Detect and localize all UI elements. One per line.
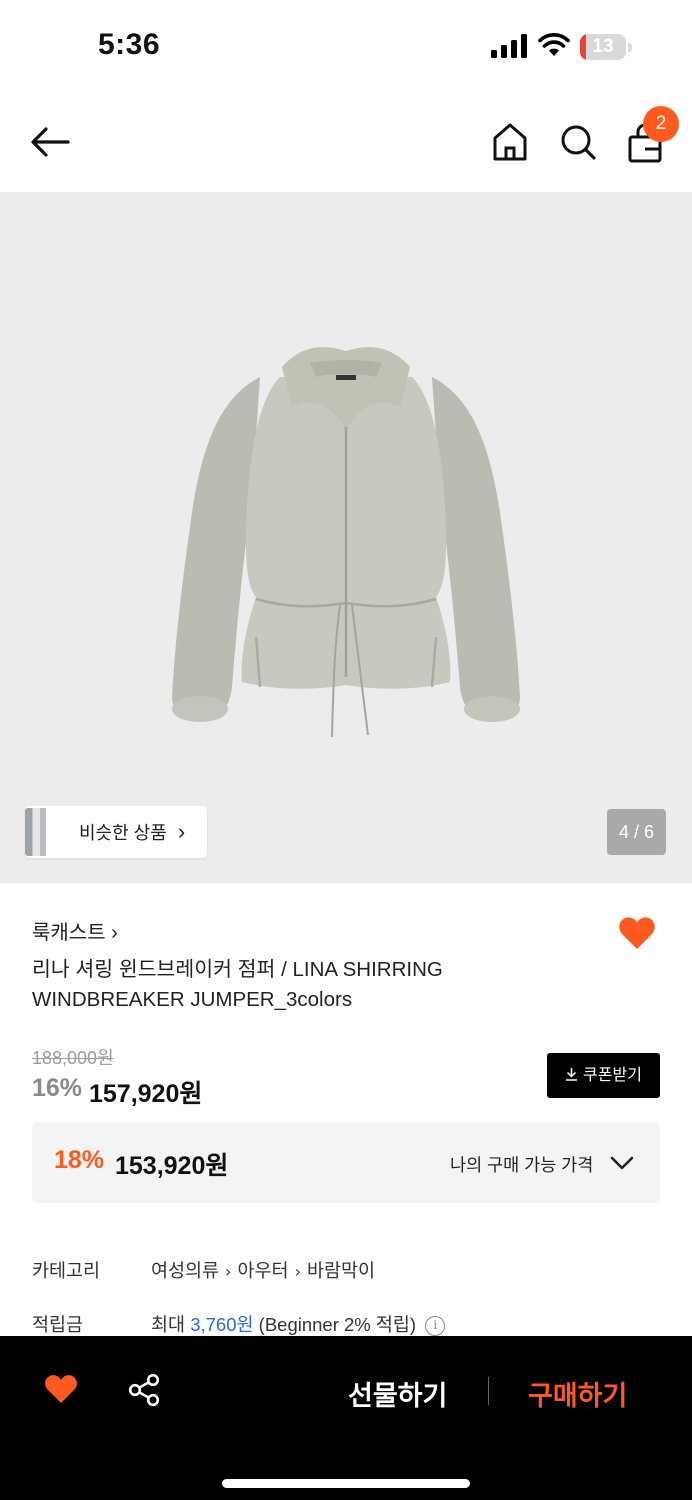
image-counter: 4 / 6 (607, 809, 666, 855)
search-icon[interactable] (558, 121, 598, 163)
battery-level: 13 (592, 36, 614, 57)
heart-icon[interactable] (44, 1374, 78, 1404)
product-image-carousel[interactable]: 비슷한 상품 › 4 / 6 (0, 192, 692, 883)
download-icon (566, 1068, 578, 1081)
sale-price: 157,920원 (89, 1080, 203, 1108)
heart-icon[interactable] (618, 916, 656, 950)
my-available-price-toggle[interactable]: 18% 153,920원 나의 구매 가능 가격 (32, 1122, 660, 1203)
similar-products-label: 비슷한 상품 (79, 823, 167, 843)
product-image (172, 347, 520, 738)
similar-products-button[interactable]: 비슷한 상품 › (25, 806, 207, 858)
bottom-action-bar: 선물하기 구매하기 (0, 1336, 692, 1500)
my-price-label: 나의 구매 가능 가격 (450, 1155, 594, 1175)
chevron-down-icon (610, 1156, 634, 1170)
points-prefix: 최대 (151, 1314, 186, 1335)
nav-bar: 2 (0, 96, 692, 190)
category-level-1[interactable]: 여성의류 (151, 1260, 219, 1281)
similar-products-thumbnail (25, 808, 59, 856)
get-coupon-button[interactable]: 쿠폰받기 (547, 1053, 660, 1098)
status-bar: 5:36 13 (0, 0, 692, 92)
home-indicator (222, 1479, 470, 1488)
battery-indicator: 13 (580, 34, 632, 60)
coupon-label: 쿠폰받기 (583, 1067, 642, 1084)
category-label: 카테고리 (32, 1260, 101, 1281)
status-time: 5:36 (98, 28, 161, 61)
chevron-right-icon: › (177, 819, 186, 844)
chevron-right-icon: › (225, 1262, 232, 1281)
buy-button[interactable]: 구매하기 (528, 1374, 627, 1413)
points-amount: 3,760원 (190, 1314, 254, 1335)
my-price: 153,920원 (115, 1152, 229, 1180)
my-discount-rate: 18% (54, 1146, 105, 1174)
home-icon[interactable] (490, 121, 530, 163)
divider (488, 1377, 489, 1405)
points-suffix: (Beginner 2% 적립) (258, 1314, 417, 1335)
original-price: 188,000원 (32, 1048, 114, 1068)
points-value: 최대 3,760원 (Beginner 2% 적립) i (151, 1311, 446, 1337)
cart-count-badge: 2 (643, 106, 679, 142)
category-level-2[interactable]: 아우터 (238, 1260, 289, 1281)
share-icon[interactable] (128, 1373, 160, 1407)
product-title: 리나 셔링 윈드브레이커 점퍼 / LINA SHIRRING WINDBREA… (32, 958, 443, 1011)
points-label: 적립금 (32, 1314, 84, 1335)
brand-link[interactable]: 룩캐스트 › (32, 916, 118, 945)
chevron-right-icon: › (294, 1262, 301, 1281)
gift-button[interactable]: 선물하기 (348, 1374, 447, 1413)
info-icon[interactable]: i (425, 1316, 446, 1336)
cellular-signal-icon (491, 34, 527, 58)
category-breadcrumb: 여성의류 › 아우터 › 바람막이 (151, 1257, 375, 1283)
category-level-3[interactable]: 바람막이 (307, 1260, 375, 1281)
wifi-icon (538, 33, 570, 56)
arrow-left-icon[interactable] (28, 122, 72, 162)
discount-rate: 16% (32, 1074, 83, 1102)
